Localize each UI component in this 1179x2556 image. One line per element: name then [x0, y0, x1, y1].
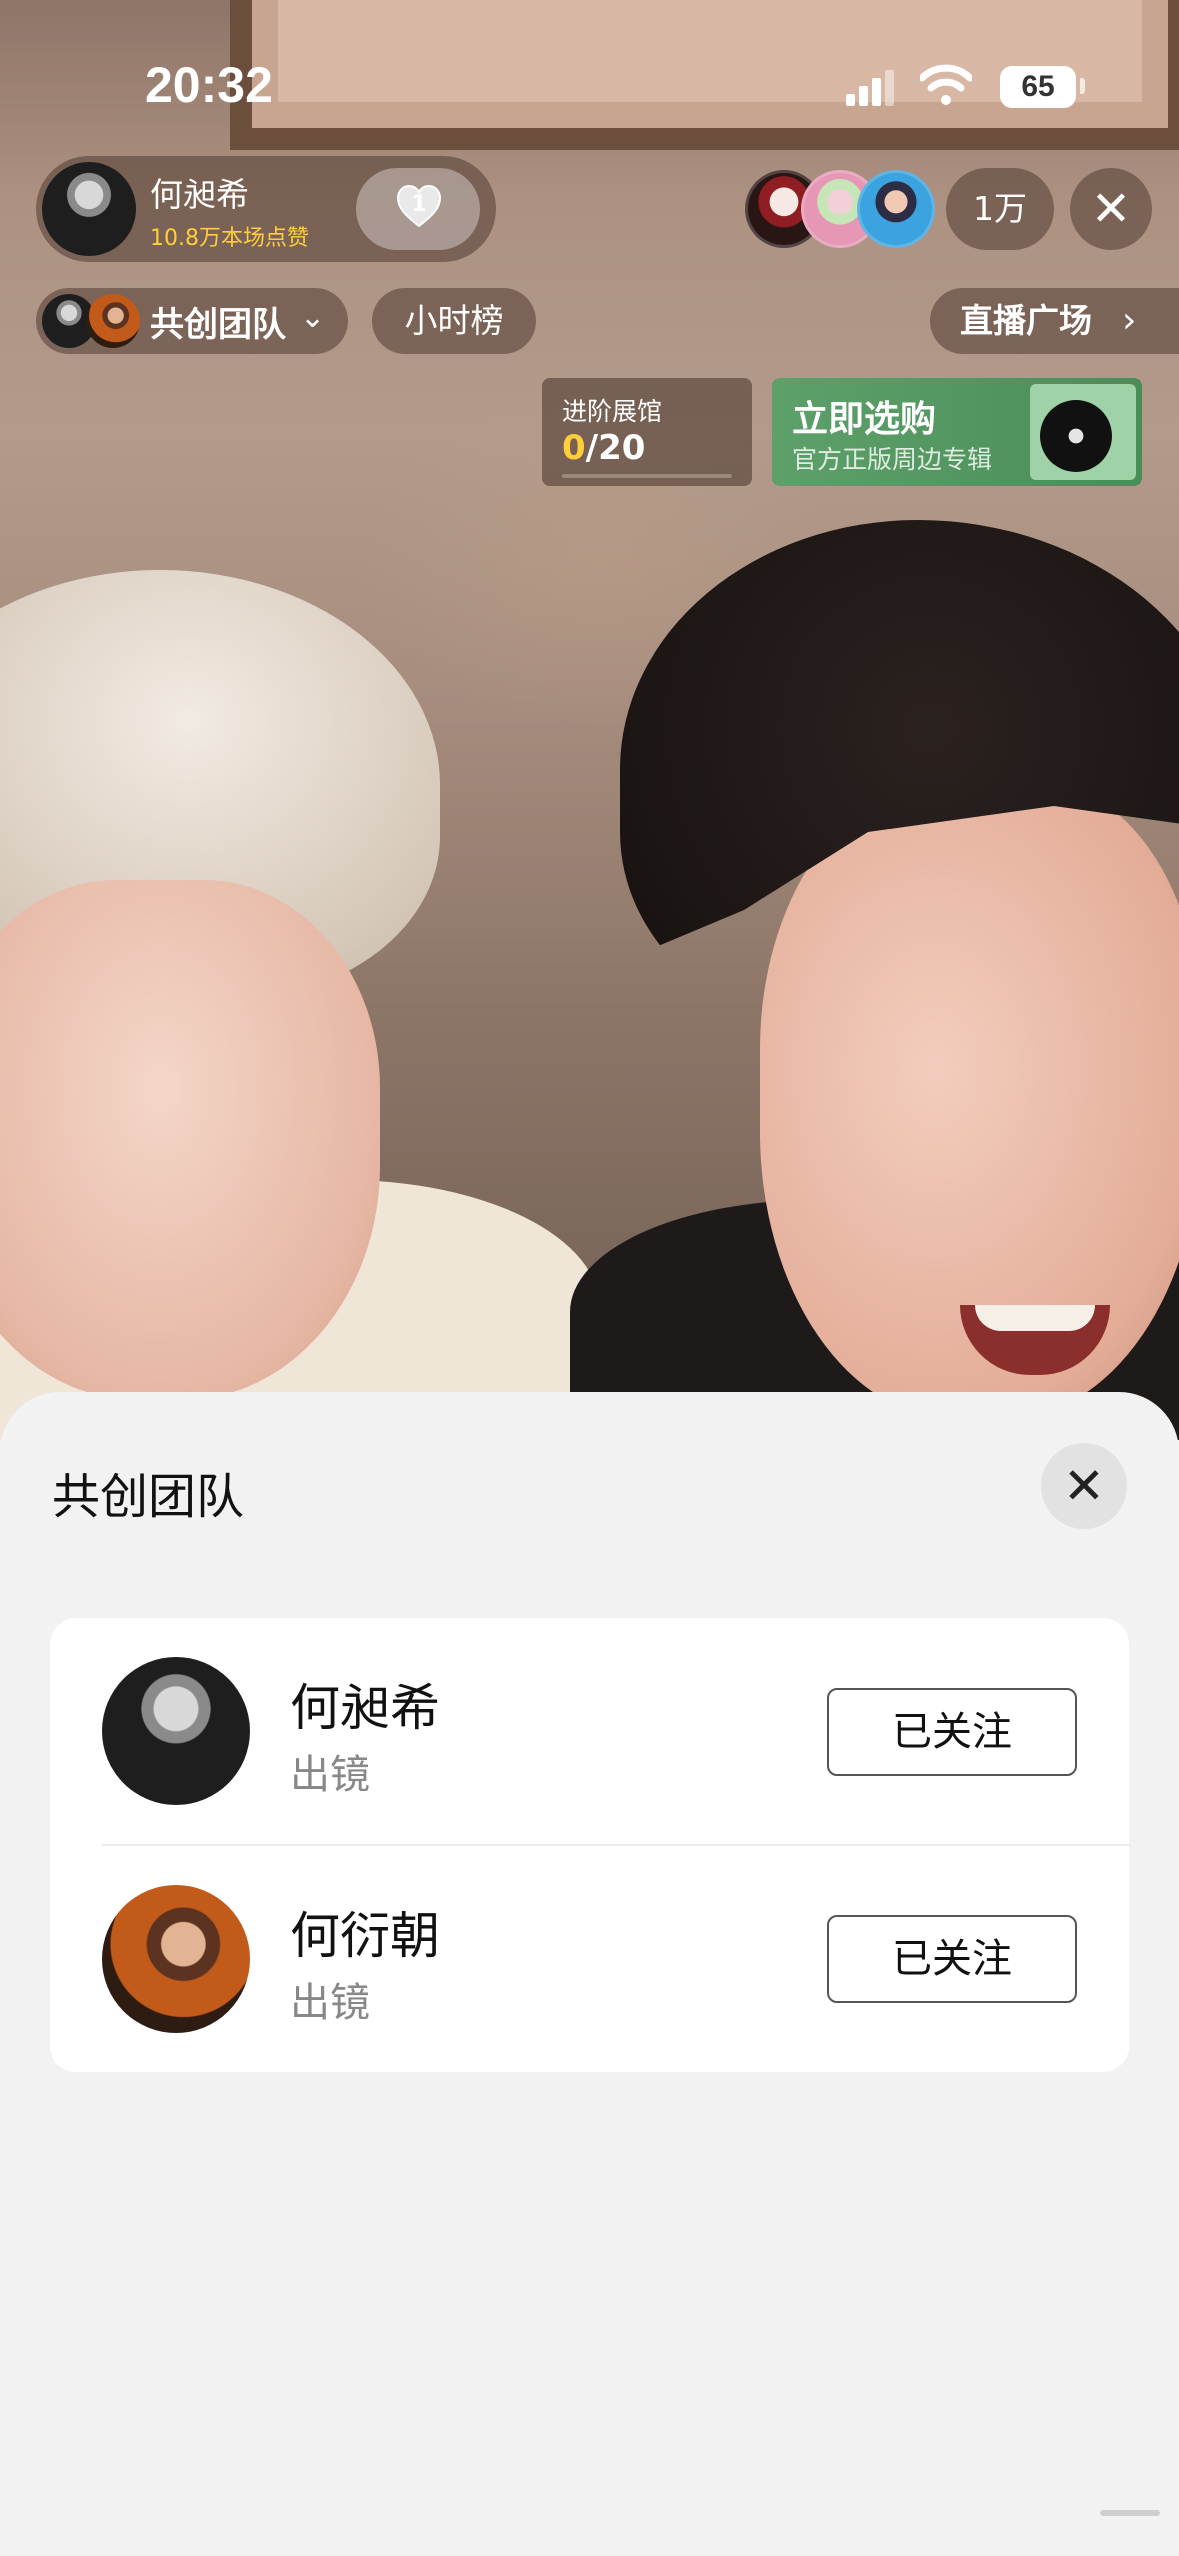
like-button[interactable]: 1: [356, 168, 480, 250]
exhibit-current: 0: [562, 428, 586, 468]
exhibit-title: 进阶展馆: [562, 397, 663, 426]
close-icon[interactable]: ✕: [1041, 1443, 1127, 1529]
viewer-count[interactable]: 1万: [946, 168, 1054, 250]
host-likes: 10.8万本场点赞: [150, 226, 309, 251]
exhibit-progress-bar: [562, 474, 732, 478]
sheet-title: 共创团队: [52, 1469, 245, 1525]
exhibit-total: /20: [585, 428, 646, 468]
host-avatar[interactable]: [42, 162, 136, 256]
team-avatar: [86, 294, 140, 348]
person-left-face: [0, 880, 380, 1400]
close-icon[interactable]: ✕: [1070, 168, 1152, 250]
vinyl-disc-icon: [1040, 400, 1112, 472]
chevron-down-icon[interactable]: ⌄: [300, 300, 325, 335]
live-plaza-button[interactable]: 直播广场: [930, 288, 1179, 354]
home-indicator: [1100, 2510, 1160, 2516]
member-avatar[interactable]: [102, 1657, 250, 1805]
member-name[interactable]: 何衍朝: [290, 1896, 440, 1968]
exhibit-progress-card[interactable]: 进阶展馆 0/20: [542, 378, 752, 486]
member-name[interactable]: 何昶希: [290, 1668, 440, 1740]
exhibit-progress: 0/20: [562, 428, 645, 468]
viewer-avatar[interactable]: [857, 170, 935, 248]
divider: [102, 1844, 1129, 1846]
team-label[interactable]: 共创团队: [150, 297, 286, 346]
status-time: 20:32: [145, 57, 273, 113]
member-role: 出镜: [290, 1752, 370, 1798]
cellular-signal-icon: [846, 70, 896, 106]
viewer-avatars[interactable]: [745, 168, 935, 250]
followed-button[interactable]: 已关注: [827, 1688, 1077, 1776]
followed-button[interactable]: 已关注: [827, 1915, 1077, 2003]
host-name: 何昶希: [150, 175, 249, 214]
member-role: 出镜: [290, 1980, 370, 2026]
like-count: 1: [411, 192, 427, 217]
shop-banner[interactable]: 立即选购 官方正版周边专辑: [772, 378, 1142, 486]
chevron-right-icon[interactable]: ›: [1122, 288, 1136, 354]
member-avatar[interactable]: [102, 1885, 250, 2033]
shop-subtitle: 官方正版周边专辑: [792, 445, 993, 474]
battery-tip: [1080, 78, 1085, 94]
wifi-icon: [920, 64, 972, 105]
battery-indicator: 65: [1000, 66, 1076, 108]
hourly-rank-button[interactable]: 小时榜: [372, 288, 536, 354]
person-right-teeth: [975, 1305, 1095, 1331]
shop-title: 立即选购: [792, 399, 937, 440]
